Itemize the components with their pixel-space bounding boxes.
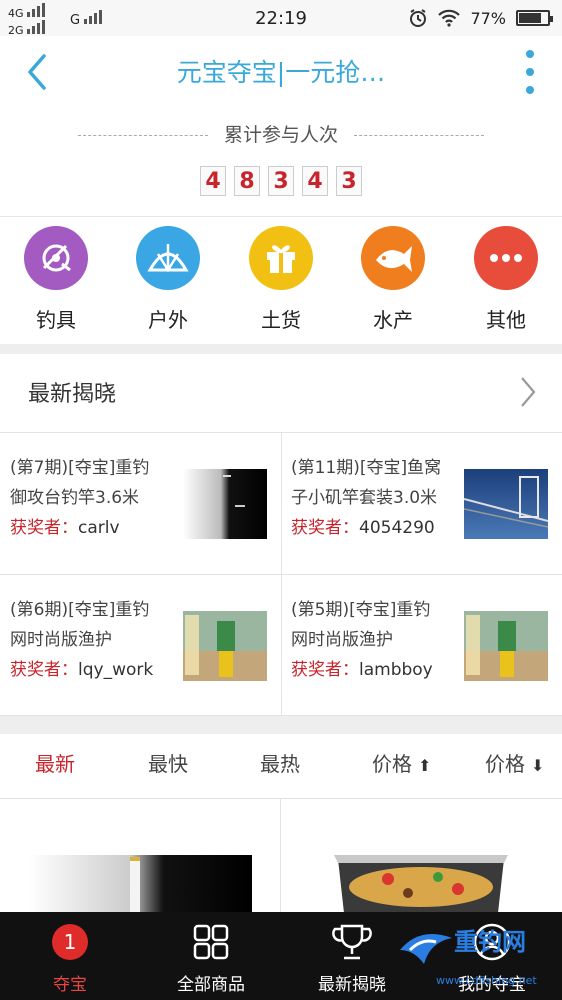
participants-label: 累计参与人次 [223,124,338,146]
watermark-text: 重钓网 [454,928,526,956]
product-thumbnail [183,469,267,539]
app-header: 元宝夺宝|一元抢… [0,36,562,108]
page-title: 元宝夺宝|一元抢… [176,58,386,87]
more-dots-icon [474,226,538,290]
trophy-icon [332,924,372,960]
reveal-item[interactable]: (第7期)[夺宝]重钓 御攻台钓竿3.6米 获奖者：carlv [0,433,281,574]
product-list [0,798,562,913]
product-image[interactable] [328,819,514,913]
divider [0,216,562,217]
product-thumbnail [183,611,267,681]
category-row: 钓具 户外 土货 水产 其他 [0,226,562,344]
winner-name: lambboy [359,660,433,680]
participants-label-row: 累计参与人次 [0,120,562,147]
product-image[interactable] [30,819,252,913]
winner-label: 获奖者： [10,518,78,538]
counter-digit: 4 [302,166,328,196]
tent-icon [136,226,200,290]
watermark-url: www.cdfishing.net [436,974,537,987]
reveal-item-title-line1: (第11期)[夺宝]鱼窝 [291,458,442,478]
product-thumbnail [464,611,548,681]
winner-name: 4054290 [359,518,435,538]
winner-label: 获奖者： [291,660,359,680]
winner-label: 获奖者： [10,660,78,680]
section-divider [0,716,562,734]
more-menu-icon[interactable] [522,50,538,94]
reveal-item-title-line2: 网时尚版渔护 [10,630,112,650]
tab-price-asc[interactable]: 价格 ⬆ [372,748,431,777]
counter-digit: 3 [268,166,294,196]
fish-icon [361,226,425,290]
site-watermark: 重钓网 www.cdfishing.net [396,920,556,990]
counter-digit: 4 [200,166,226,196]
arrow-up-icon: ⬆ [418,756,432,775]
tab-fastest[interactable]: 最快 [148,748,188,777]
tab-price-desc[interactable]: 价格 ⬇ [485,748,544,777]
category-other[interactable]: 其他 [456,226,556,333]
section-divider [0,344,562,354]
back-arrow-icon[interactable] [22,52,52,92]
category-aquatic[interactable]: 水产 [343,226,443,333]
nav-all-products[interactable]: 全部商品 [141,922,281,995]
reveal-item[interactable]: (第11期)[夺宝]鱼窝 子小矶竿套装3.0米 获奖者：4054290 [281,433,562,574]
tab-newest[interactable]: 最新 [35,748,75,777]
participants-counter: 4 8 3 4 3 [0,166,562,196]
reveal-item-title-line1: (第6期)[夺宝]重钓 [10,600,150,620]
latest-reveal-grid: (第7期)[夺宝]重钓 御攻台钓竿3.6米 获奖者：carlv (第11期)[夺… [0,432,562,716]
winner-label: 获奖者： [291,518,359,538]
counter-digit: 8 [234,166,260,196]
sort-tabs: 最新 最快 最热 价格 ⬆ 价格 ⬇ [0,744,562,784]
arrow-down-icon: ⬇ [531,756,545,775]
alarm-icon [410,9,427,27]
category-fishing-gear[interactable]: 钓具 [6,226,106,333]
wifi-icon [438,9,461,27]
treasure-badge: 1 [52,924,88,960]
reveal-item-title-line1: (第7期)[夺宝]重钓 [10,458,150,478]
reveal-item-title-line1: (第5期)[夺宝]重钓 [291,600,431,620]
fishing-reel-icon [24,226,88,290]
tab-label: 价格 [485,752,525,776]
winner-name: carlv [78,518,120,538]
category-label: 其他 [486,308,526,332]
category-local-goods[interactable]: 土货 [231,226,331,333]
nav-treasure[interactable]: 1 夺宝 [0,922,140,995]
tab-label: 价格 [372,752,412,776]
reveal-item[interactable]: (第5期)[夺宝]重钓 网时尚版渔护 获奖者：lambboy [281,575,562,716]
status-bar: 4G 2G G 22:19 77% [0,0,562,37]
nav-label: 夺宝 [53,975,87,995]
counter-digit: 3 [336,166,362,196]
reveal-item-title-line2: 网时尚版渔护 [291,630,393,650]
category-label: 土货 [261,308,301,332]
battery-percent: 77% [470,8,506,28]
reveal-item[interactable]: (第6期)[夺宝]重钓 网时尚版渔护 获奖者：lqy_work [0,575,281,716]
category-label: 钓具 [36,308,76,332]
chevron-right-icon[interactable] [520,376,536,408]
tab-hottest[interactable]: 最热 [260,748,300,777]
nav-label: 全部商品 [177,975,245,995]
gift-icon [249,226,313,290]
reveal-item-title-line2: 御攻台钓竿3.6米 [10,488,140,508]
watermark-logo-icon [400,934,452,964]
grid-icon [193,924,229,960]
category-label: 户外 [148,308,188,332]
latest-reveal-title[interactable]: 最新揭晓 [28,376,116,408]
category-label: 水产 [373,308,413,332]
category-outdoor[interactable]: 户外 [118,226,218,333]
winner-name: lqy_work [78,660,154,680]
battery-icon [516,10,553,26]
reveal-item-title-line2: 子小矶竿套装3.0米 [291,488,438,508]
product-thumbnail [464,469,548,539]
